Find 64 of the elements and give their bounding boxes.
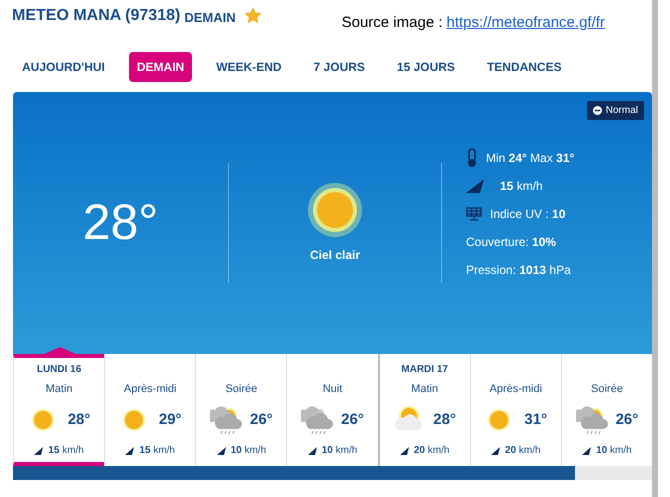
weather-detail: 15 km/h <box>500 178 543 194</box>
period-label: Soirée <box>225 382 258 396</box>
period-label: Après-midi <box>124 382 176 396</box>
tab[interactable]: 7 JOURS <box>306 52 373 82</box>
wind-speed: 15 km/h <box>48 444 84 458</box>
wind-direction-icon <box>216 446 227 454</box>
wind-direction-icon <box>308 446 318 454</box>
wind-direction-icon <box>125 446 136 454</box>
source-link[interactable]: https://meteofrance.gf/fr <box>446 12 605 34</box>
sun-cloud-rain-icon <box>210 405 242 435</box>
weather-detail: Indice UV : 10 <box>490 206 566 222</box>
weather-detail: Couverture: 10% <box>466 234 556 250</box>
sun-icon <box>307 182 363 238</box>
forecast-temperature: 31° <box>524 410 548 430</box>
star-icon[interactable] <box>244 7 262 24</box>
page-subtitle: DEMAIN <box>184 9 236 27</box>
wind-speed: 10 km/h <box>230 444 266 458</box>
tab[interactable]: AUJOURD'HUI <box>14 52 113 82</box>
wind-direction-icon <box>34 446 44 454</box>
forecast-temperature: 28° <box>68 410 90 430</box>
wind-direction-icon <box>400 446 410 454</box>
forecast-temperature: 26° <box>250 410 273 430</box>
solar-panel-icon <box>466 206 482 220</box>
wind-direction-icon <box>490 446 501 454</box>
period-label: Matin <box>46 382 73 396</box>
tab[interactable]: DEMAIN <box>128 52 192 82</box>
source-label: Source image : <box>342 13 442 33</box>
period-label: Après-midi <box>489 382 542 396</box>
forecast-temperature: 26° <box>616 410 638 430</box>
sun-cloud-rain-icon <box>576 405 608 435</box>
moon-cloud-rain-icon <box>301 405 334 435</box>
wind-speed: 20 km/h <box>414 444 450 458</box>
forecast-temperature: 29° <box>158 410 182 430</box>
wind-speed: 10 km/h <box>596 444 632 458</box>
mode-badge[interactable]: Normal <box>586 100 644 120</box>
current-temperature: 28° <box>82 193 158 252</box>
period-label: Nuit <box>322 382 342 396</box>
forecast-slot[interactable]: Après-midi 31° 20 km/h <box>470 354 561 466</box>
period-label: Matin <box>411 382 438 396</box>
thermometer-icon <box>466 148 478 168</box>
tab[interactable]: WEEK-END <box>208 52 290 82</box>
weather-detail: Min 24° Max 31° <box>486 150 574 166</box>
minus-circle-icon <box>592 106 602 114</box>
forecast-temperature: 28° <box>433 410 456 430</box>
selection-pointer-icon <box>42 346 78 354</box>
day-label: MARDI 17 <box>401 362 448 376</box>
weather-detail: Pression: 1013 hPa <box>466 262 571 278</box>
wind-direction-icon <box>582 446 592 454</box>
forecast-temperature: 26° <box>341 410 364 430</box>
tab[interactable]: 15 JOURS <box>388 52 463 82</box>
wind-direction-icon <box>466 178 486 192</box>
page-title: METEO MANA (97318) <box>12 6 180 26</box>
day-label: LUNDI 16 <box>36 362 82 376</box>
tab[interactable]: TENDANCES <box>478 52 570 82</box>
wind-speed: 15 km/h <box>139 444 175 458</box>
period-label: Soirée <box>591 382 623 396</box>
forecast-slot[interactable]: Nuit 26° 10 km/h <box>286 354 378 466</box>
forecast-slot[interactable]: Soirée 26° 10 km/h <box>195 354 286 466</box>
wind-speed: 20 km/h <box>504 444 541 458</box>
forecast-slot[interactable]: Après-midi 29° 15 km/h <box>104 354 196 466</box>
forecast-slot[interactable]: Soirée 26° 10 km/h <box>560 354 652 466</box>
wind-speed: 10 km/h <box>322 444 358 458</box>
sky-condition: Ciel clair <box>310 246 360 264</box>
scrollbar[interactable] <box>13 466 652 480</box>
